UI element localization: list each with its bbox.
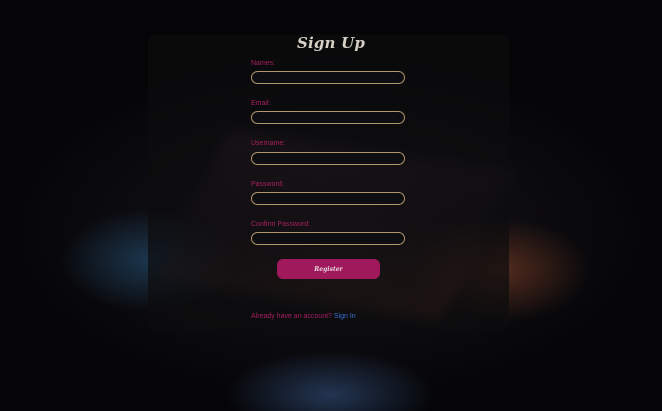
email-input[interactable] [251,111,405,124]
email-label: Email: [251,100,271,107]
confirm-password-input[interactable] [251,232,405,245]
page-title: Sign Up [296,34,366,52]
signin-link[interactable]: Sign In [334,313,356,320]
names-label: Names: [251,60,276,67]
confirm-password-label: Confirm Password: [251,221,311,228]
names-input[interactable] [251,71,405,84]
password-input[interactable] [251,192,405,205]
password-label: Password: [251,181,284,188]
signin-row: Already have an account? Sign In [251,313,356,320]
signin-prompt: Already have an account? [251,313,332,320]
register-button[interactable]: Register [277,259,380,279]
username-input[interactable] [251,152,405,165]
username-label: Username: [251,140,286,147]
